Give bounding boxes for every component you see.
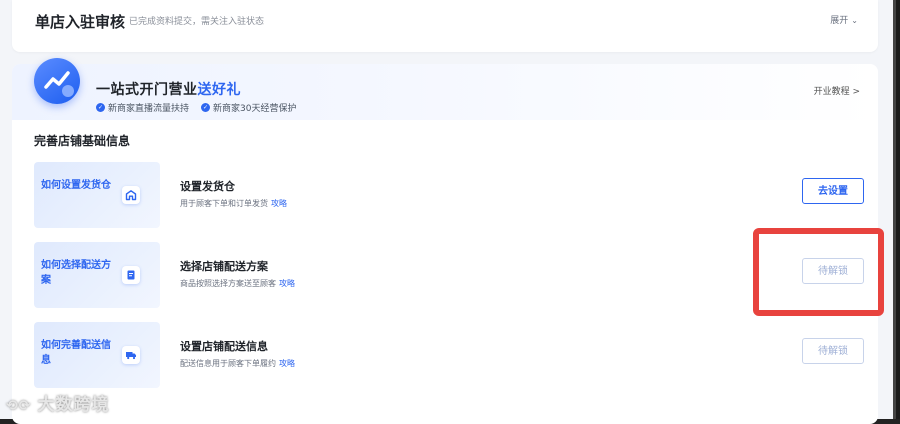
store-review-title: 单店入驻审核 [35, 13, 126, 31]
store-review-card: 单店入驻审核 已完成资料提交，需关注入驻状态 展开 ⌄ [12, 0, 878, 52]
promo-badge-label: 新商家30天经营保护 [213, 104, 297, 114]
promo-badge: ✓ 新商家30天经营保护 [201, 101, 296, 114]
guide-link[interactable]: 攻略 [279, 279, 295, 288]
task-row-delivery-plan: 如何选择配送方案 选择店铺配送方案 商品按照选择方案送至顾客 攻略 待解锁 [34, 242, 864, 308]
guide-link[interactable]: 攻略 [279, 359, 295, 368]
task-description: 配送信息用于顾客下单履约 攻略 [180, 358, 295, 369]
task-row-warehouse: 如何设置发货仓 设置发货仓 用于顾客下单和订单发货 攻略 去设置 [34, 162, 864, 228]
task-description: 商品按照选择方案送至顾客 攻略 [180, 278, 295, 289]
section-title: 完善店铺基础信息 [34, 134, 131, 148]
locked-button[interactable]: 待解锁 [802, 338, 864, 364]
truck-icon [122, 346, 140, 364]
task-thumbnail[interactable]: 如何设置发货仓 [34, 162, 160, 228]
chevron-down-icon: ⌄ [851, 16, 858, 25]
watermark-text: 大数跨境 [37, 395, 110, 415]
annotation-highlight-box [753, 228, 884, 316]
document-icon [122, 266, 140, 284]
check-icon: ✓ [96, 103, 105, 112]
warehouse-icon [122, 186, 140, 204]
task-description-text: 配送信息用于顾客下单履约 [180, 359, 276, 368]
task-description-text: 商品按照选择方案送至顾客 [180, 279, 276, 288]
promo-badges: ✓ 新商家直播流量扶持 ✓ 新商家30天经营保护 [96, 101, 296, 114]
promo-badge-label: 新商家直播流量扶持 [108, 104, 190, 114]
go-setup-button[interactable]: 去设置 [802, 178, 864, 204]
promo-title-plain: 一站式开门营业 [96, 82, 198, 98]
promo-badge: ✓ 新商家直播流量扶持 [96, 101, 189, 114]
watermark-glyph-icon: ⟲⟳ [6, 398, 32, 414]
guide-link[interactable]: 攻略 [271, 199, 287, 208]
thumbnail-text: 如何完善配送信息 [41, 340, 111, 366]
thumbnail-text: 如何选择配送方案 [41, 260, 111, 286]
promo-banner: 一站式开门营业送好礼 ✓ 新商家直播流量扶持 ✓ 新商家30天经营保护 开业教程 > [12, 58, 878, 120]
task-thumbnail[interactable]: 如何完善配送信息 [34, 322, 160, 388]
expand-button[interactable]: 展开 ⌄ [830, 13, 858, 26]
opening-tutorial-link[interactable]: 开业教程 > [814, 84, 860, 97]
task-thumbnail[interactable]: 如何选择配送方案 [34, 242, 160, 308]
page: 单店入驻审核 已完成资料提交，需关注入驻状态 展开 ⌄ 一站式开门营业送好礼 ✓ 新… [0, 0, 896, 424]
task-title: 设置店铺配送信息 [180, 340, 268, 353]
task-row-delivery-info: 如何完善配送信息 设置店铺配送信息 配送信息用于顾客下单履约 攻略 待解锁 [34, 322, 864, 388]
promo-title-highlight: 送好礼 [197, 82, 241, 98]
expand-label: 展开 [830, 16, 849, 26]
check-icon: ✓ [201, 103, 211, 112]
store-review-subtitle: 已完成资料提交，需关注入驻状态 [129, 17, 265, 27]
thumbnail-text: 如何设置发货仓 [41, 180, 111, 191]
onboarding-card: 一站式开门营业送好礼 ✓ 新商家直播流量扶持 ✓ 新商家30天经营保护 开业教程 >… [12, 58, 878, 424]
growth-chart-icon [34, 58, 80, 104]
task-description-text: 用于顾客下单和订单发货 [180, 199, 268, 208]
promo-title: 一站式开门营业送好礼 [96, 79, 241, 99]
watermark-logo: ⟲⟳ 大数跨境 [6, 390, 109, 415]
task-title: 设置发货仓 [180, 180, 235, 193]
task-description: 用于顾客下单和订单发货 攻略 [180, 198, 287, 209]
screen-frame: 单店入驻审核 已完成资料提交，需关注入驻状态 展开 ⌄ 一站式开门营业送好礼 ✓ 新… [0, 0, 900, 424]
task-title: 选择店铺配送方案 [180, 260, 268, 273]
